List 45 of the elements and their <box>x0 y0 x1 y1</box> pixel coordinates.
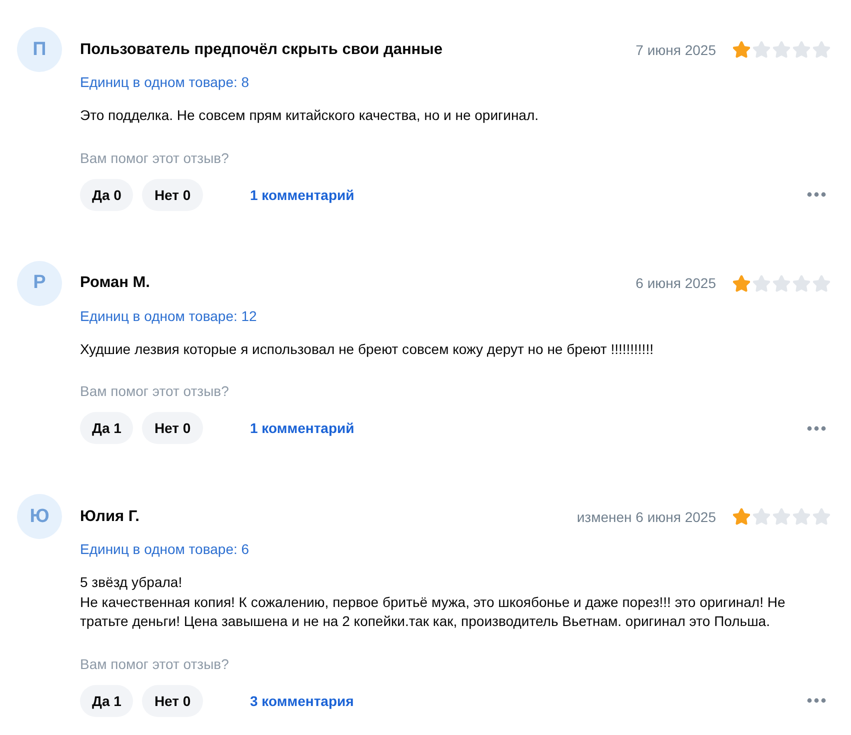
more-icon[interactable] <box>807 192 826 197</box>
comments-link[interactable]: 3 комментария <box>250 692 354 708</box>
helpful-question: Вам помог этот отзыв? <box>80 654 229 674</box>
yes-button[interactable]: Да 0 <box>80 178 134 210</box>
author-name: Юлия Г. <box>80 508 140 526</box>
helpful-question: Вам помог этот отзыв? <box>80 382 229 401</box>
units-info: Единиц в одном товаре: 8 <box>80 73 250 92</box>
star-icon <box>733 508 750 525</box>
avatar: Ю <box>17 494 62 539</box>
avatar: П <box>17 27 62 72</box>
avatar: Р <box>17 260 62 306</box>
star-icon <box>773 508 790 525</box>
star-icon <box>753 508 770 525</box>
comments-link[interactable]: 1 комментарий <box>250 420 354 436</box>
units-info: Единиц в одном товаре: 6 <box>80 540 250 559</box>
review-date: изменен 6 июня 2025 <box>576 508 716 524</box>
star-icon <box>813 274 830 292</box>
author-name: Пользователь предпочёл скрыть свои данные <box>80 40 443 58</box>
review-text: 5 звёзд убрала! Не качественная копия! К сожалению, первое бритьё мужа, это шкоябонье и даже порез!!! это оригинал! Не тратьте деньги! Цена завышена и не на 2 копейки.так как, производитель Вьетнам. оригинал это Польша. <box>80 573 786 631</box>
star-icon <box>753 41 770 58</box>
review-date: 6 июня 2025 <box>636 275 716 291</box>
no-button[interactable]: Нет 0 <box>142 412 203 444</box>
star-icon <box>753 274 770 292</box>
star-icon <box>793 274 810 292</box>
star-icon <box>793 508 810 525</box>
review-text: Худшие лезвия которые я использовал не бреют совсем кожу дерут но не бреют !!!!!!!!!!! <box>80 340 654 359</box>
star-icon <box>793 41 810 58</box>
units-info: Единиц в одном товаре: 12 <box>80 306 257 326</box>
yes-button[interactable]: Да 1 <box>80 412 134 444</box>
star-icon <box>813 508 830 525</box>
yes-button[interactable]: Да 1 <box>80 684 134 716</box>
helpful-question: Вам помог этот отзыв? <box>80 148 229 168</box>
review-text: Это подделка. Не совсем прям китайского качества, но и не оригинал. <box>80 106 540 125</box>
star-icon <box>773 274 790 292</box>
star-icon <box>813 41 830 58</box>
star-icon <box>733 41 750 58</box>
author-name: Роман М. <box>80 274 150 292</box>
star-icon <box>773 41 790 58</box>
no-button[interactable]: Нет 0 <box>142 684 203 716</box>
more-icon[interactable] <box>807 426 826 430</box>
no-button[interactable]: Нет 0 <box>142 178 203 210</box>
comments-link[interactable]: 1 комментарий <box>250 186 354 202</box>
star-icon <box>733 274 750 292</box>
more-icon[interactable] <box>807 698 826 703</box>
review-date: 7 июня 2025 <box>636 42 716 58</box>
